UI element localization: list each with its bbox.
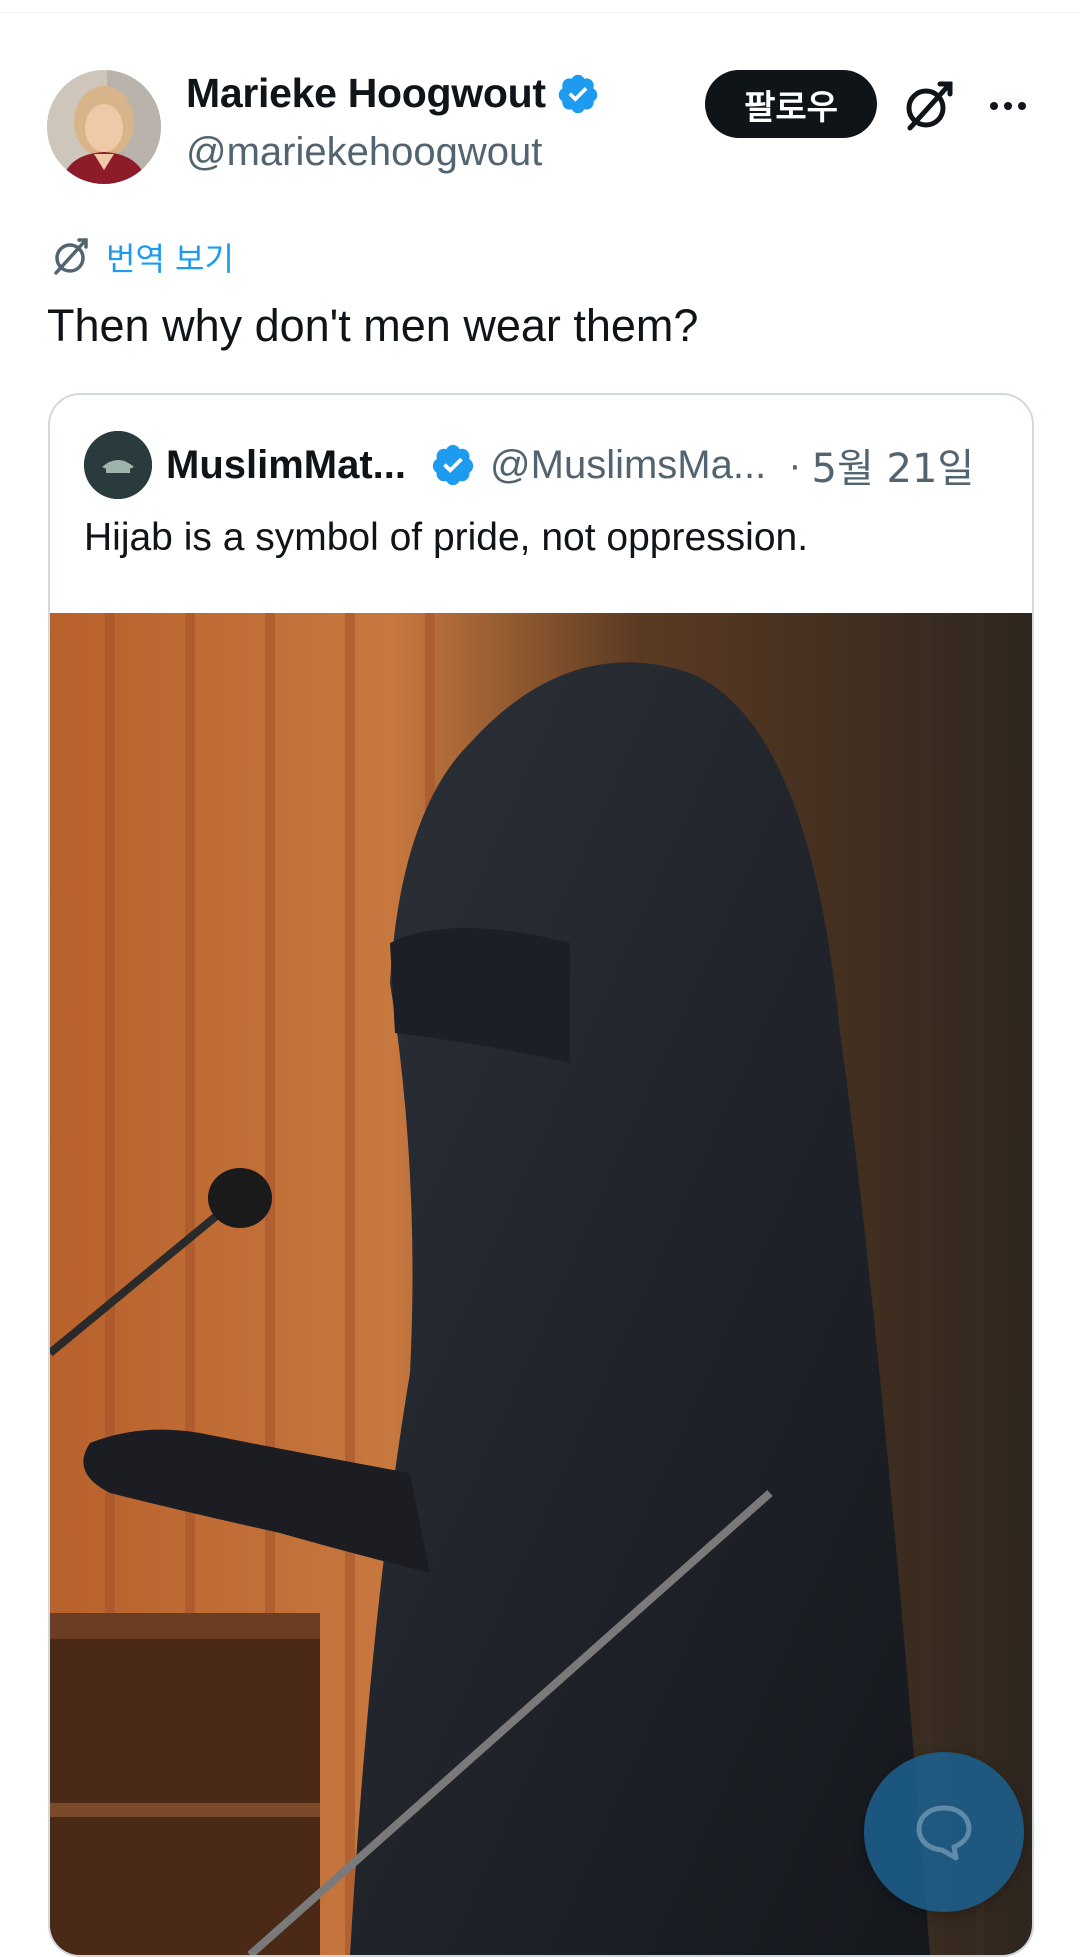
quoted-author-handle[interactable]: @MuslimsMa...: [490, 443, 766, 488]
follow-button[interactable]: 팔로우: [705, 70, 877, 138]
more-dot: [1004, 102, 1012, 110]
grok-icon[interactable]: [900, 78, 956, 134]
tweet-text: Then why don't men wear them?: [47, 300, 699, 351]
quoted-header: MuslimMat... @MuslimsMa... · 5월 21일: [84, 431, 974, 499]
more-dot: [990, 102, 998, 110]
verified-badge-icon: [556, 72, 600, 116]
quoted-author-name[interactable]: MuslimMat...: [166, 443, 406, 488]
more-options-icon[interactable]: [980, 78, 1036, 134]
author-name[interactable]: Marieke Hoogwout: [186, 70, 546, 117]
quoted-avatar-logo-icon: [84, 431, 152, 499]
author-handle[interactable]: @mariekehoogwout: [186, 130, 542, 175]
verified-badge-icon: [430, 442, 476, 488]
quoted-media-photo[interactable]: [50, 613, 1032, 1955]
reply-bubble-icon: [916, 1805, 972, 1861]
author-avatar[interactable]: [47, 70, 161, 184]
quoted-tweet-card[interactable]: MuslimMat... @MuslimsMa... · 5월 21일 Hija…: [48, 393, 1034, 1957]
top-divider: [0, 12, 1080, 13]
quoted-text: Hijab is a symbol of pride, not oppressi…: [84, 516, 809, 559]
translate-link[interactable]: 번역 보기: [50, 234, 234, 280]
translate-label[interactable]: 번역 보기: [106, 234, 234, 280]
quoted-avatar[interactable]: [84, 431, 152, 499]
more-dot: [1018, 102, 1026, 110]
quoted-date[interactable]: 5월 21일: [812, 436, 975, 494]
author-name-row: Marieke Hoogwout: [186, 70, 600, 117]
avatar-image: [47, 70, 161, 184]
translate-icon: [54, 238, 88, 275]
compose-reply-button[interactable]: [864, 1752, 1024, 1912]
quoted-separator: ·: [788, 442, 802, 487]
photo-image: [50, 613, 1032, 1955]
